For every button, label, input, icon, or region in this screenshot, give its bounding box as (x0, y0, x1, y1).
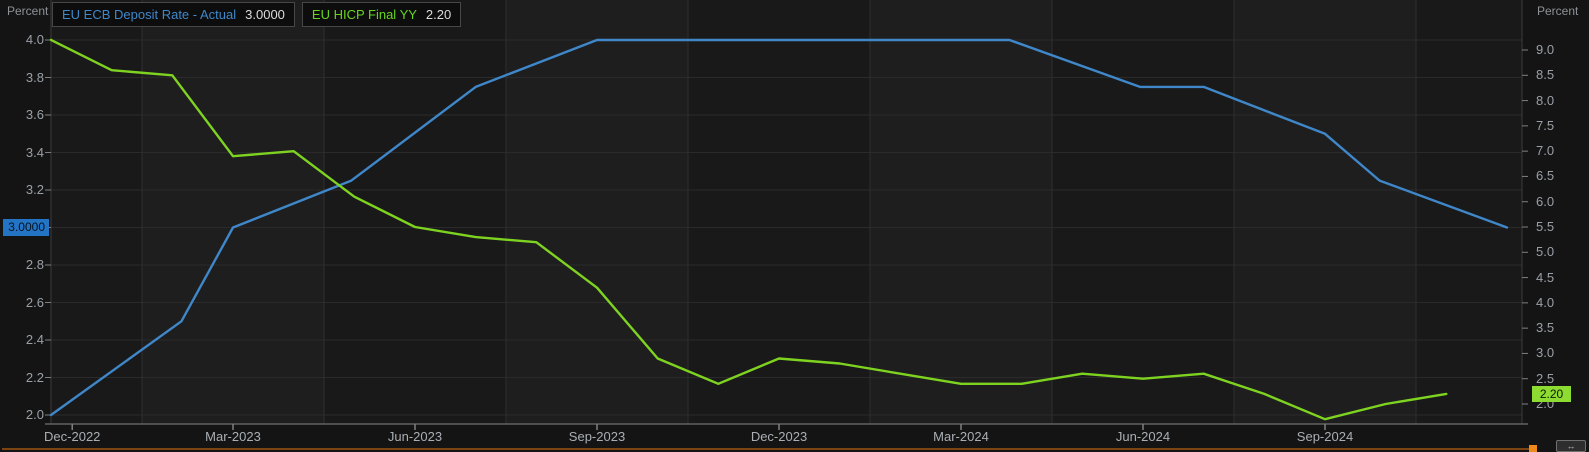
right-axis-tick-label: 7.5 (1536, 118, 1586, 134)
chart-window: Percent Percent EU ECB Deposit Rate - Ac… (0, 0, 1589, 452)
right-axis-tick-label: 3.0 (1536, 345, 1586, 361)
left-axis-tick-label: 3.8 (0, 70, 44, 86)
plot-band (142, 0, 324, 424)
right-axis-tick-label: 8.0 (1536, 93, 1586, 109)
legend-series-value: 3.0000 (245, 7, 285, 22)
right-axis-tick-label: 3.5 (1536, 320, 1586, 336)
right-axis-tick-label: 5.5 (1536, 219, 1586, 235)
plot-band (1052, 0, 1234, 424)
right-axis-title: Percent (1537, 4, 1578, 18)
x-axis-label: Jun-2024 (1095, 429, 1191, 445)
scrollbar-track[interactable] (2, 448, 1529, 450)
right-axis-tick-label: 4.0 (1536, 295, 1586, 311)
left-axis-tick-label: 2.4 (0, 332, 44, 348)
right-axis-tick-label: 7.0 (1536, 143, 1586, 159)
plot-band (870, 0, 1052, 424)
right-axis-tick-label: 4.5 (1536, 270, 1586, 286)
plot-area[interactable] (0, 0, 1589, 452)
left-axis-tick-label: 2.6 (0, 295, 44, 311)
right-axis-tick-label: 9.0 (1536, 42, 1586, 58)
plot-band (324, 0, 506, 424)
x-axis-label: Mar-2023 (185, 429, 281, 445)
x-axis-label: Jun-2023 (367, 429, 463, 445)
plot-band (1416, 0, 1522, 424)
left-axis-tick-label: 3.6 (0, 107, 44, 123)
right-axis-current-value-badge: 2.20 (1532, 386, 1571, 402)
legend: EU ECB Deposit Rate - Actual 3.0000 EU H… (52, 2, 461, 27)
x-axis-label: Sep-2024 (1277, 429, 1373, 445)
scrollbar-thumb[interactable] (1529, 445, 1537, 452)
legend-item-ecb-deposit-rate[interactable]: EU ECB Deposit Rate - Actual 3.0000 (52, 2, 295, 27)
right-axis-tick-label: 8.5 (1536, 67, 1586, 83)
legend-series-value: 2.20 (426, 7, 451, 22)
x-axis-label: Dec-2023 (731, 429, 827, 445)
x-axis-label: Mar-2024 (913, 429, 1009, 445)
legend-series-name: EU ECB Deposit Rate - Actual (62, 7, 236, 22)
right-axis-tick-label: 2.5 (1536, 371, 1586, 387)
plot-band (688, 0, 870, 424)
right-axis-tick-label: 6.0 (1536, 194, 1586, 210)
left-axis-current-value-badge: 3.0000 (3, 219, 49, 236)
left-axis-tick-label: 4.0 (0, 32, 44, 48)
left-axis-tick-label: 3.4 (0, 145, 44, 161)
left-axis-title: Percent (7, 4, 48, 18)
left-axis-tick-label: 2.0 (0, 407, 44, 423)
left-axis-tick-label: 2.2 (0, 370, 44, 386)
right-axis-tick-label: 6.5 (1536, 168, 1586, 184)
x-axis-label: Dec-2022 (24, 429, 120, 445)
x-axis-label: Sep-2023 (549, 429, 645, 445)
left-axis-tick-label: 3.2 (0, 182, 44, 198)
right-axis-tick-label: 5.0 (1536, 244, 1586, 260)
plot-band (1234, 0, 1416, 424)
left-axis-tick-label: 2.8 (0, 257, 44, 273)
legend-item-hicp-final-yy[interactable]: EU HICP Final YY 2.20 (302, 2, 461, 27)
legend-series-name: EU HICP Final YY (312, 7, 417, 22)
scrollbar-resize-button[interactable]: ↔ (1556, 440, 1586, 452)
